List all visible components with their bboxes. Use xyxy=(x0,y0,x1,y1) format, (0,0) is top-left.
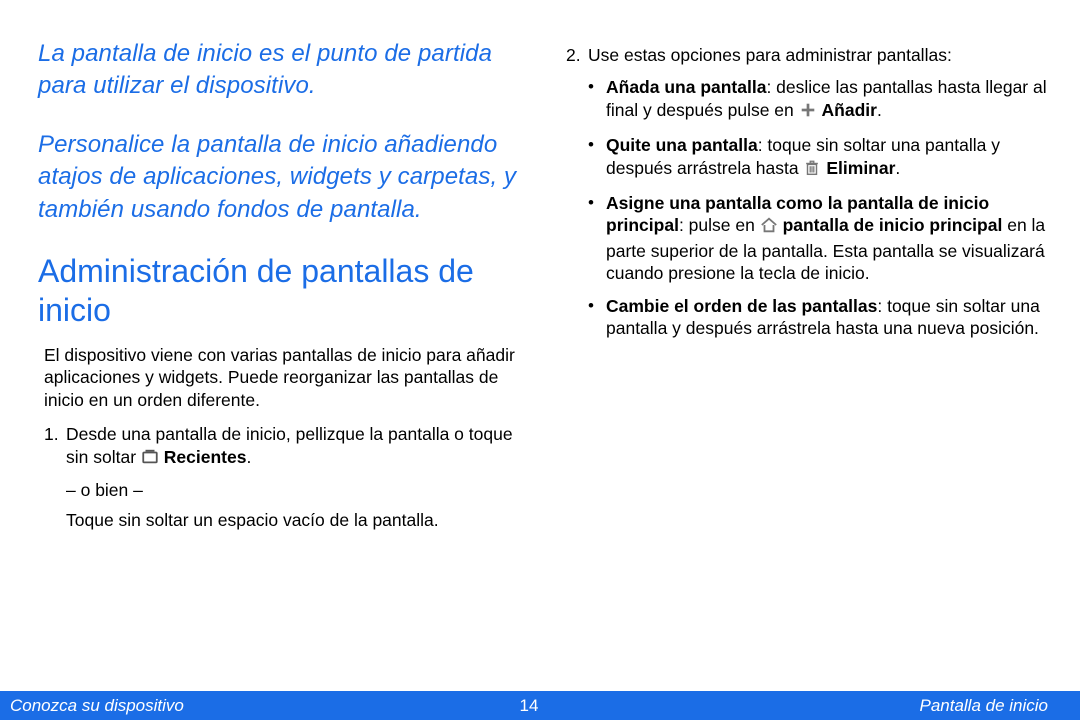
recents-icon xyxy=(141,448,159,471)
bullet-marker: • xyxy=(588,295,606,340)
bullet-text: : pulse en xyxy=(679,215,760,235)
section-body: El dispositivo viene con varias pantalla… xyxy=(44,344,520,411)
footer-right: Pantalla de inicio xyxy=(538,696,1048,716)
step-number: 2. xyxy=(566,44,588,339)
delete-label: Eliminar xyxy=(826,158,895,178)
recents-label: Recientes xyxy=(164,447,247,467)
left-column: La pantalla de inicio es el punto de par… xyxy=(38,38,520,671)
bullet-list: • Añada una pantalla: deslice las pantal… xyxy=(588,76,1048,339)
footer-left: Conozca su dispositivo xyxy=(10,696,520,716)
bullet-item: • Cambie el orden de las pantallas: toqu… xyxy=(588,295,1048,340)
page-body: La pantalla de inicio es el punto de par… xyxy=(0,0,1080,691)
period: . xyxy=(895,158,900,178)
bullet-body: Añada una pantalla: deslice las pantalla… xyxy=(606,76,1048,124)
bullet-item: • Añada una pantalla: deslice las pantal… xyxy=(588,76,1048,124)
step-or: – o bien – xyxy=(66,479,520,501)
step-1: 1. Desde una pantalla de inicio, pellizq… xyxy=(44,423,520,532)
bullet-title: Añada una pantalla xyxy=(606,77,766,97)
step-text: Desde una pantalla de inicio, pellizque … xyxy=(66,424,513,466)
bullet-body: Cambie el orden de las pantallas: toque … xyxy=(606,295,1048,340)
step-body: Desde una pantalla de inicio, pellizque … xyxy=(66,423,520,532)
step-number: 1. xyxy=(44,423,66,532)
home-main-label: pantalla de inicio principal xyxy=(783,215,1003,235)
step-body: Use estas opciones para administrar pant… xyxy=(588,44,1048,339)
trash-icon xyxy=(803,159,821,182)
bullet-marker: • xyxy=(588,134,606,182)
bullet-item: • Asigne una pantalla como la pantalla d… xyxy=(588,192,1048,285)
step-lead: Use estas opciones para administrar pant… xyxy=(588,45,952,65)
bullet-title: Quite una pantalla xyxy=(606,135,758,155)
add-label: Añadir xyxy=(822,100,877,120)
step-alt: Toque sin soltar un espacio vacío de la … xyxy=(66,509,520,531)
step-2: 2. Use estas opciones para administrar p… xyxy=(566,44,1048,339)
intro-paragraph-2: Personalice la pantalla de inicio añadie… xyxy=(38,129,520,226)
intro-paragraph-1: La pantalla de inicio es el punto de par… xyxy=(38,38,520,103)
bullet-body: Asigne una pantalla como la pantalla de … xyxy=(606,192,1048,285)
bullet-marker: • xyxy=(588,192,606,285)
section-heading: Administración de pantallas de inicio xyxy=(38,252,520,330)
bullet-title: Cambie el orden de las pantallas xyxy=(606,296,877,316)
bullet-item: • Quite una pantalla: toque sin soltar u… xyxy=(588,134,1048,182)
page-footer: Conozca su dispositivo 14 Pantalla de in… xyxy=(0,691,1080,720)
footer-page-number: 14 xyxy=(520,696,539,716)
plus-icon xyxy=(799,101,817,124)
period: . xyxy=(877,100,882,120)
bullet-marker: • xyxy=(588,76,606,124)
right-column: 2. Use estas opciones para administrar p… xyxy=(566,38,1048,671)
period: . xyxy=(246,447,251,467)
home-icon xyxy=(760,216,778,239)
bullet-body: Quite una pantalla: toque sin soltar una… xyxy=(606,134,1048,182)
